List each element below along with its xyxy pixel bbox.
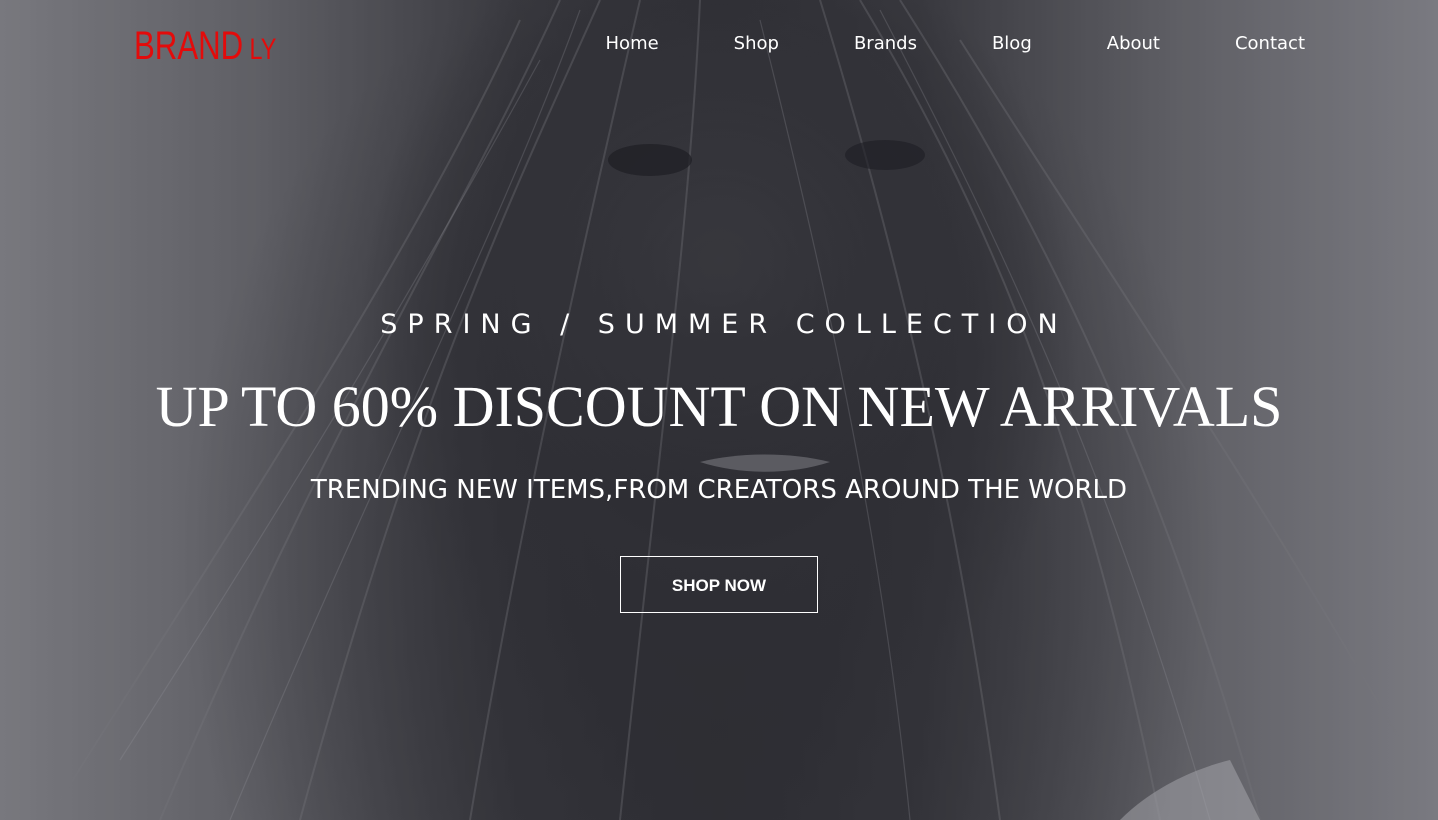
collection-eyebrow: SPRING / SUMMER COLLECTION <box>380 309 1068 340</box>
nav-item-shop[interactable]: Shop <box>734 30 779 58</box>
nav-item-about[interactable]: About <box>1107 30 1160 58</box>
nav-item-brands[interactable]: Brands <box>854 30 917 58</box>
nav-item-contact[interactable]: Contact <box>1235 30 1305 58</box>
hero-section: BRAND LY Home Shop Brands Blog About Con… <box>0 0 1438 820</box>
nav-item-blog[interactable]: Blog <box>992 30 1032 58</box>
main-nav: Home Shop Brands Blog About Contact <box>606 30 1305 58</box>
brand-logo-suffix: LY <box>249 33 277 66</box>
hero-headline: UP TO 60% DISCOUNT ON NEW ARRIVALS <box>155 374 1283 439</box>
brand-logo-name: BRAND <box>134 24 244 68</box>
nav-item-home[interactable]: Home <box>606 30 659 58</box>
hero-content: SPRING / SUMMER COLLECTION UP TO 60% DIS… <box>0 300 1438 613</box>
shop-now-button[interactable]: SHOP NOW <box>620 556 818 613</box>
hero-subline: TRENDING NEW ITEMS,FROM CREATORS AROUND … <box>310 475 1128 505</box>
brand-logo[interactable]: BRAND LY <box>134 26 276 66</box>
